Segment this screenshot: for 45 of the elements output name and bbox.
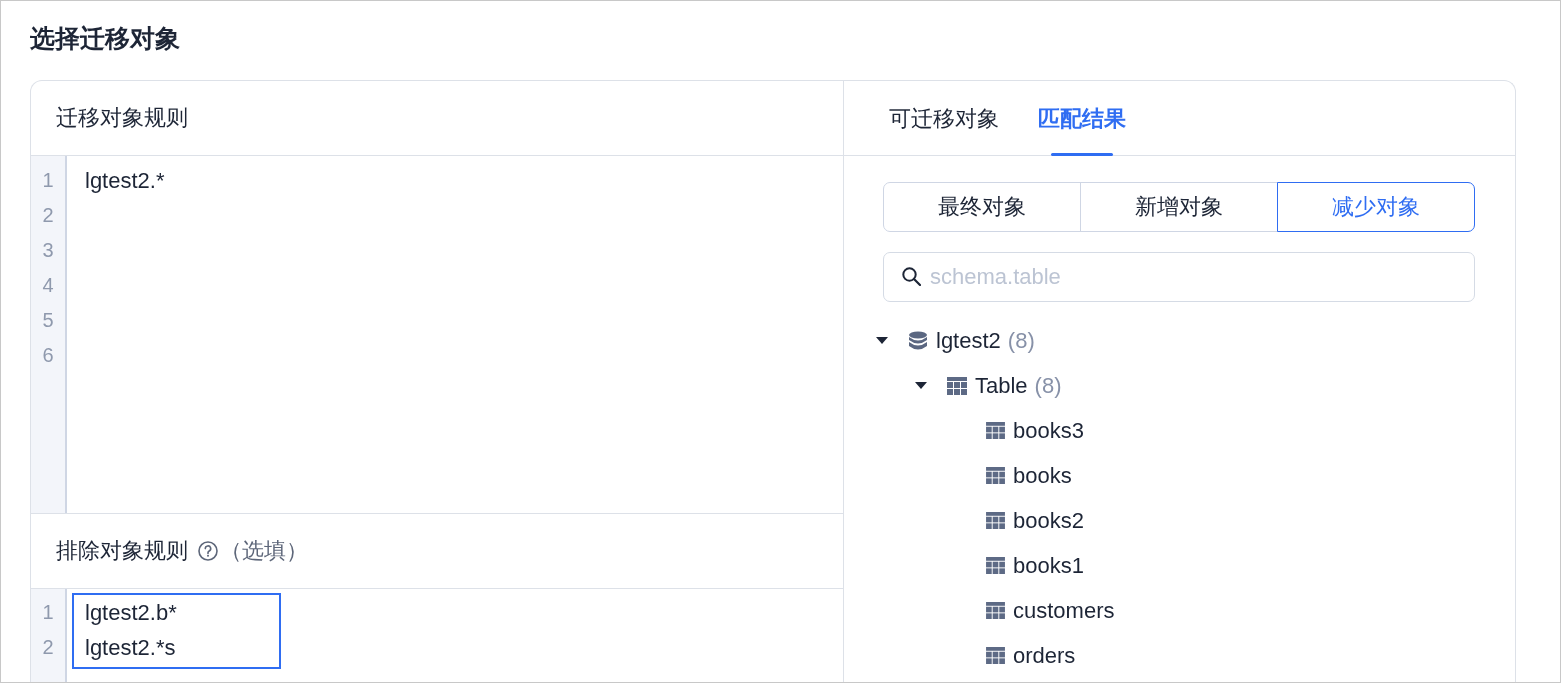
code-line: lgtest2.*s bbox=[85, 634, 176, 662]
line-number: 3 bbox=[42, 238, 54, 263]
line-number: 1 bbox=[42, 600, 54, 625]
section-title: 迁移对象规则 bbox=[56, 104, 188, 132]
table-icon bbox=[986, 647, 1005, 664]
filter-segment[interactable]: 最终对象 bbox=[883, 182, 1081, 232]
item-count: (8) bbox=[1034, 371, 1062, 400]
tree-item-label[interactable]: books bbox=[1013, 460, 1072, 491]
page-title: 选择迁移对象 bbox=[29, 23, 181, 54]
line-number: 2 bbox=[42, 203, 54, 228]
code-line: lgtest2.* bbox=[85, 167, 165, 195]
line-number: 4 bbox=[42, 273, 54, 298]
table-icon bbox=[986, 512, 1005, 529]
rule-editor[interactable]: 1 2 3 4 5 6 lgtest2.* bbox=[31, 156, 843, 514]
tree-item-label[interactable]: books2 bbox=[1013, 505, 1084, 536]
filter-segment[interactable]: 新增对象 bbox=[1080, 182, 1278, 232]
tree-item-label[interactable]: orders bbox=[1013, 640, 1076, 671]
search-field[interactable]: schema.table bbox=[883, 252, 1475, 302]
caret-icon[interactable] bbox=[876, 337, 888, 344]
code-line: lgtest2.b* bbox=[85, 599, 177, 627]
filter-segment[interactable]: 减少对象 bbox=[1277, 182, 1475, 232]
line-number: 5 bbox=[42, 308, 54, 333]
optional-hint: （选填） bbox=[220, 537, 308, 565]
line-number: 2 bbox=[42, 635, 54, 660]
tree-item-label[interactable]: Table bbox=[975, 370, 1028, 401]
line-number: 6 bbox=[42, 343, 54, 368]
tree-item-label[interactable]: lgtest2 bbox=[936, 325, 1001, 356]
search-icon bbox=[902, 267, 921, 286]
database-icon bbox=[908, 330, 928, 351]
item-count: (8) bbox=[1007, 326, 1035, 355]
tree-item-label[interactable]: customers bbox=[1013, 595, 1115, 626]
line-number: 1 bbox=[42, 168, 54, 193]
help-icon[interactable] bbox=[198, 541, 218, 561]
rule-editor[interactable]: 1 2 lgtest2.b* lgtest2.*s bbox=[31, 589, 843, 682]
tab[interactable]: 可迁移对象 bbox=[889, 81, 999, 156]
tab[interactable]: 匹配结果 bbox=[1038, 81, 1126, 156]
table-icon bbox=[986, 467, 1005, 484]
section-title: 排除对象规则 bbox=[56, 537, 188, 565]
table-icon bbox=[986, 422, 1005, 439]
table-icon bbox=[986, 557, 1005, 574]
table-icon bbox=[947, 376, 967, 395]
tree-item-label[interactable]: books3 bbox=[1013, 415, 1084, 446]
tree-item-label[interactable]: books1 bbox=[1013, 550, 1084, 581]
table-icon bbox=[986, 602, 1005, 619]
caret-icon[interactable] bbox=[915, 382, 927, 389]
